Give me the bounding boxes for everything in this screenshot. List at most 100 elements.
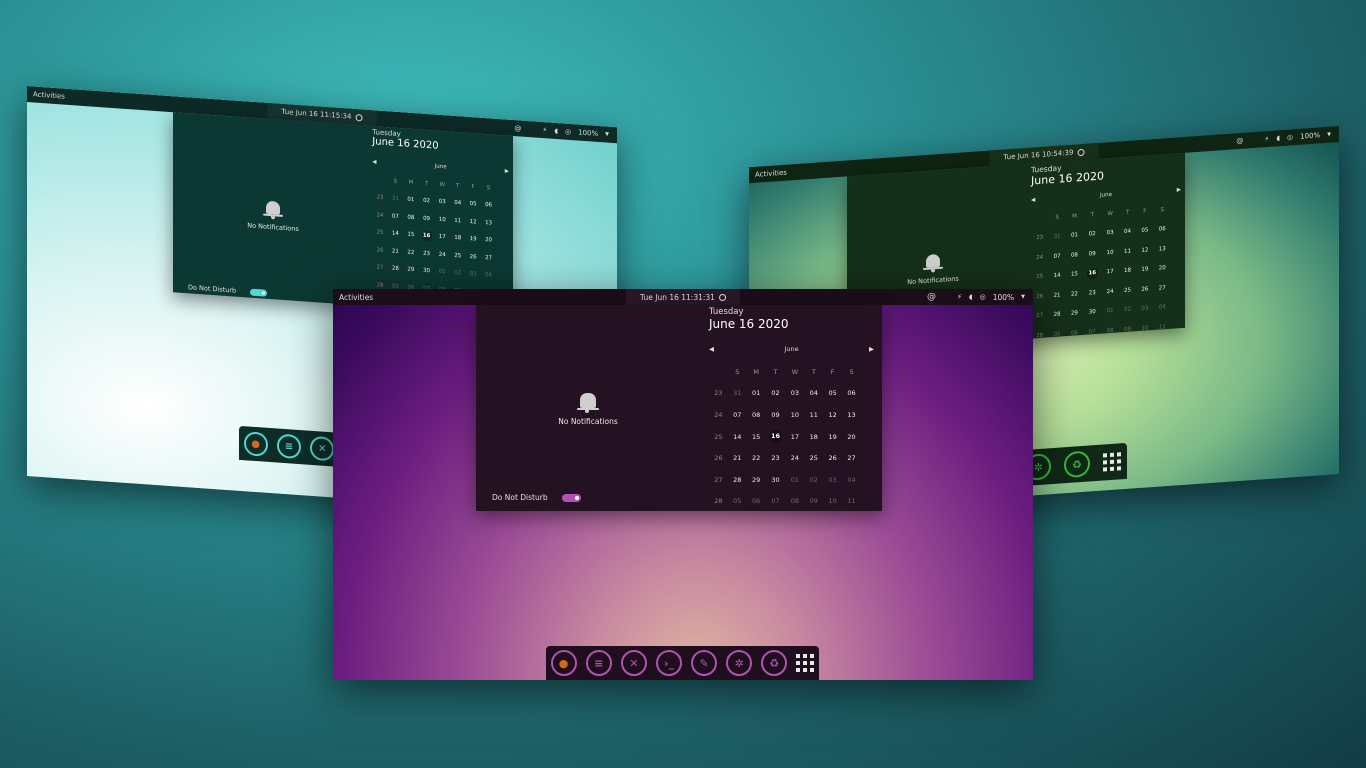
calendar-day[interactable]: 30 bbox=[766, 469, 786, 491]
calendar-day[interactable]: 07 bbox=[388, 207, 403, 226]
calendar-day[interactable]: 30 bbox=[419, 262, 435, 281]
app-grid-icon[interactable] bbox=[1102, 452, 1121, 472]
calendar-day[interactable]: 13 bbox=[842, 404, 861, 426]
calendar-day[interactable]: 20 bbox=[1154, 258, 1171, 279]
calendar-day[interactable]: 01 bbox=[1066, 225, 1083, 246]
calendar-day[interactable]: 07 bbox=[1083, 322, 1101, 343]
app-grid-icon[interactable] bbox=[796, 654, 815, 672]
calendar-day[interactable]: 19 bbox=[1136, 259, 1153, 280]
calendar-day-today[interactable]: 16 bbox=[766, 426, 786, 448]
calendar-day[interactable]: 09 bbox=[804, 491, 823, 513]
calendar-day[interactable]: 09 bbox=[1119, 319, 1136, 340]
do-not-disturb-row[interactable]: Do Not Disturb bbox=[188, 283, 268, 297]
calendar-day[interactable]: 29 bbox=[403, 261, 418, 280]
calendar-day[interactable]: 02 bbox=[450, 264, 465, 283]
calendar-day[interactable]: 04 bbox=[804, 383, 823, 405]
firefox-icon[interactable]: ● bbox=[243, 431, 268, 457]
calendar-day[interactable]: 26 bbox=[465, 248, 480, 267]
calendar-day[interactable]: 10 bbox=[1136, 318, 1153, 339]
calendar-day[interactable]: 24 bbox=[786, 447, 805, 469]
system-tray[interactable]: @ ⚡ ◖ ◎ 100% ▼ bbox=[927, 292, 1025, 302]
next-month-icon[interactable]: ▶ bbox=[1177, 187, 1181, 193]
terminal-icon[interactable]: ›_ bbox=[655, 650, 682, 676]
calendar-day[interactable]: 05 bbox=[1136, 220, 1153, 241]
calendar-day[interactable]: 26 bbox=[823, 447, 842, 469]
calendar-day[interactable]: 21 bbox=[1048, 285, 1065, 306]
calendar-day[interactable]: 07 bbox=[1048, 246, 1065, 267]
calendar-day[interactable]: 08 bbox=[786, 491, 805, 513]
calendar-day[interactable]: 04 bbox=[481, 266, 496, 285]
clock-button[interactable]: Tue Jun 16 11:31:31 bbox=[626, 289, 740, 305]
activities-button[interactable]: Activities bbox=[333, 293, 373, 302]
calendar-day[interactable]: 28 bbox=[388, 260, 403, 279]
calendar-day[interactable]: 20 bbox=[481, 231, 496, 250]
calendar-day[interactable]: 29 bbox=[747, 469, 766, 491]
files-icon[interactable]: ≡ bbox=[585, 650, 612, 676]
calendar-day[interactable]: 12 bbox=[823, 404, 842, 426]
calendar-day-today[interactable]: 16 bbox=[419, 227, 435, 246]
calendar-day[interactable]: 22 bbox=[747, 447, 766, 469]
calendar-day[interactable]: 05 bbox=[465, 195, 480, 214]
recycle-icon[interactable]: ♻ bbox=[1063, 450, 1090, 479]
calendar-day[interactable]: 31 bbox=[728, 383, 747, 405]
calendar-day[interactable]: 18 bbox=[804, 426, 823, 448]
calendar-day[interactable]: 07 bbox=[728, 404, 747, 426]
calendar-day-today[interactable]: 16 bbox=[1083, 263, 1101, 284]
system-tray[interactable]: @ ⚡ ◖ ◎ 100% ▼ bbox=[1236, 131, 1331, 145]
calendar-day[interactable]: 26 bbox=[1136, 279, 1153, 300]
calendar-day[interactable]: 27 bbox=[481, 249, 496, 268]
calendar-day[interactable]: 19 bbox=[465, 230, 480, 249]
calendar-day[interactable]: 11 bbox=[1119, 241, 1136, 262]
calendar-day[interactable]: 15 bbox=[747, 426, 766, 448]
prev-month-icon[interactable]: ◀ bbox=[372, 159, 376, 165]
calendar-day[interactable]: 04 bbox=[1154, 297, 1171, 318]
calendar-day[interactable]: 29 bbox=[1066, 303, 1083, 324]
calendar-day[interactable]: 17 bbox=[786, 426, 805, 448]
calendar-day[interactable]: 22 bbox=[1066, 284, 1083, 305]
calendar-day[interactable]: 17 bbox=[435, 228, 450, 247]
files-icon[interactable]: ≡ bbox=[276, 433, 301, 460]
calendar-day[interactable]: 09 bbox=[766, 404, 786, 426]
activities-button[interactable]: Activities bbox=[749, 169, 787, 180]
calendar-day[interactable]: 03 bbox=[786, 383, 805, 405]
calendar-day[interactable]: 06 bbox=[481, 196, 496, 215]
calendar-day[interactable]: 02 bbox=[804, 469, 823, 491]
calendar-day[interactable]: 27 bbox=[1154, 278, 1171, 299]
calendar-day[interactable]: 14 bbox=[1048, 266, 1065, 287]
firefox-icon[interactable]: ● bbox=[550, 650, 577, 676]
calendar-day[interactable]: 07 bbox=[766, 491, 786, 513]
calendar-day[interactable]: 21 bbox=[728, 447, 747, 469]
calendar-day[interactable]: 02 bbox=[1119, 300, 1136, 321]
dnd-toggle[interactable] bbox=[250, 288, 268, 297]
calendar-day[interactable]: 10 bbox=[435, 211, 450, 230]
next-month-icon[interactable]: ▶ bbox=[505, 168, 509, 174]
calendar-day[interactable]: 11 bbox=[842, 491, 861, 513]
calendar-day[interactable]: 15 bbox=[403, 226, 418, 245]
calendar-day[interactable]: 04 bbox=[842, 469, 861, 491]
calendar-day[interactable]: 19 bbox=[823, 426, 842, 448]
calendar-day[interactable]: 10 bbox=[823, 491, 842, 513]
calendar-day[interactable]: 14 bbox=[728, 426, 747, 448]
calendar-day[interactable]: 17 bbox=[1101, 262, 1118, 283]
calendar-day[interactable]: 06 bbox=[842, 383, 861, 405]
calendar-day[interactable]: 06 bbox=[1154, 219, 1171, 240]
calendar-day[interactable]: 27 bbox=[842, 447, 861, 469]
do-not-disturb-row[interactable]: Do Not Disturb bbox=[492, 493, 581, 502]
calendar-day[interactable]: 03 bbox=[435, 193, 450, 212]
calendar-day[interactable]: 24 bbox=[1101, 281, 1118, 302]
calendar-day[interactable]: 25 bbox=[1119, 280, 1136, 301]
calendar-day[interactable]: 20 bbox=[842, 426, 861, 448]
calendar-day[interactable]: 15 bbox=[1066, 264, 1083, 285]
calendar-day[interactable]: 23 bbox=[419, 244, 435, 263]
calendar-day[interactable]: 11 bbox=[450, 212, 465, 231]
calendar-day[interactable]: 25 bbox=[450, 247, 465, 266]
calendar-day[interactable]: 21 bbox=[388, 242, 403, 261]
calendar-day[interactable]: 08 bbox=[1101, 320, 1118, 341]
next-month-icon[interactable]: ▶ bbox=[869, 345, 874, 353]
calendar-day[interactable]: 06 bbox=[1066, 323, 1083, 344]
calendar-day[interactable]: 23 bbox=[766, 447, 786, 469]
recycle-icon[interactable]: ♻ bbox=[761, 650, 788, 676]
calendar-day[interactable]: 01 bbox=[786, 469, 805, 491]
prev-month-icon[interactable]: ◀ bbox=[709, 345, 714, 353]
calendar-day[interactable]: 12 bbox=[465, 213, 480, 232]
